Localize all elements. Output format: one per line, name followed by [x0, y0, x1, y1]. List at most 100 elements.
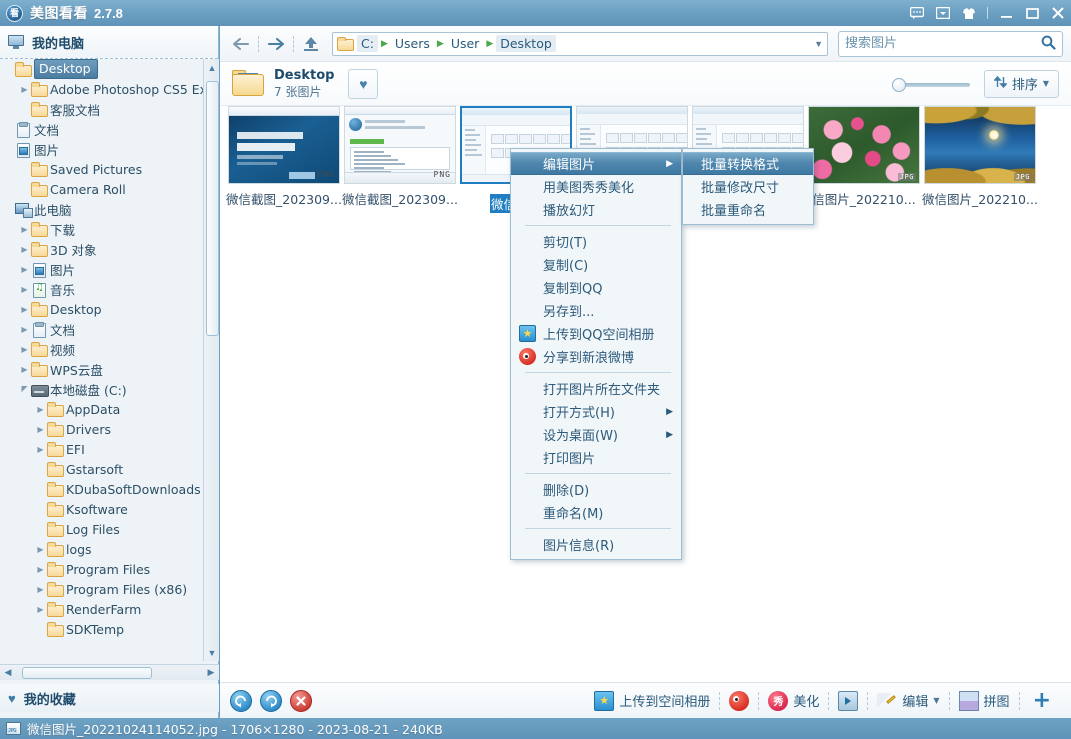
scroll-up-arrow-icon[interactable]: ▲ [204, 59, 220, 76]
tree-item[interactable]: ▶下载 [0, 219, 203, 239]
thumbnail-image[interactable]: PNG [228, 106, 340, 184]
tree-item[interactable]: Desktop [0, 59, 203, 79]
menu-item[interactable]: 打印图片 [511, 446, 681, 469]
beautify-button[interactable]: 秀 美化 [762, 691, 825, 711]
menu-item[interactable]: 图片信息(R) [511, 533, 681, 556]
tree-item[interactable]: ▶音乐 [0, 279, 203, 299]
tree-item[interactable]: ▶Program Files (x86) [0, 579, 203, 599]
thumbnail-size-slider[interactable] [892, 73, 970, 95]
back-button[interactable] [228, 31, 254, 57]
breadcrumb-0[interactable]: C: [357, 35, 378, 52]
tree-item[interactable]: ▶EFI [0, 439, 203, 459]
submenu-item[interactable]: 批量修改尺寸 [683, 175, 813, 198]
tree-item[interactable]: ▶图片 [0, 259, 203, 279]
scrollbar-thumb[interactable] [206, 81, 219, 336]
thumbnail-item[interactable]: JPG信图片_202210... [802, 106, 926, 214]
tree-item[interactable]: ▶Program Files [0, 559, 203, 579]
favorites-header[interactable]: ♥ 我的收藏 [0, 684, 219, 712]
folder-tree[interactable]: Desktop▶Adobe Photoshop CS5 Extend 客服文档 … [0, 59, 203, 661]
edit-button[interactable]: 编辑 ▼ [871, 691, 945, 711]
search-input[interactable] [845, 36, 1041, 51]
maximize-button[interactable] [1019, 0, 1045, 26]
tree-item[interactable]: ▶AppData [0, 399, 203, 419]
breadcrumb-1[interactable]: Users [391, 35, 434, 52]
tree-item[interactable]: ▶视频 [0, 339, 203, 359]
menu-item[interactable]: 复制(C) [511, 253, 681, 276]
tree-item[interactable]: ▶Desktop [0, 299, 203, 319]
tree-item[interactable]: Saved Pictures [0, 159, 203, 179]
menu-item[interactable]: 删除(D) [511, 478, 681, 501]
expand-arrow-icon[interactable]: ▶ [34, 405, 47, 414]
breadcrumb-2[interactable]: User [447, 35, 484, 52]
tree-item[interactable]: ▶WPS云盘 [0, 359, 203, 379]
menu-item[interactable]: 设为桌面(W)▶ [511, 423, 681, 446]
slideshow-button[interactable] [832, 691, 864, 711]
minimize-button[interactable] [993, 0, 1019, 26]
expand-arrow-icon[interactable]: ▶ [34, 565, 47, 574]
scroll-down-arrow-icon[interactable]: ▼ [204, 644, 220, 661]
menu-item[interactable]: 重命名(M) [511, 501, 681, 524]
collapse-arrow-icon[interactable]: ◢ [18, 385, 31, 394]
rotate-right-button[interactable] [260, 690, 282, 712]
collage-button[interactable]: 拼图 [953, 691, 1016, 711]
close-button[interactable] [1045, 0, 1071, 26]
tree-item[interactable]: Ksoftware [0, 499, 203, 519]
menu-item[interactable]: 剪切(T) [511, 230, 681, 253]
add-to-favorites-button[interactable]: ♥ [348, 69, 378, 99]
expand-arrow-icon[interactable]: ▶ [34, 425, 47, 434]
thumbnail-image[interactable]: JPG [808, 106, 920, 184]
tree-item[interactable]: Log Files [0, 519, 203, 539]
thumbnail-item[interactable]: JPG微信图片_202210... [918, 106, 1042, 214]
expand-arrow-icon[interactable]: ▶ [34, 605, 47, 614]
menu-item[interactable]: 复制到QQ [511, 276, 681, 299]
expand-arrow-icon[interactable]: ▶ [18, 245, 31, 254]
chevron-down-icon[interactable]: ▼ [814, 33, 823, 55]
thumbnail-image[interactable]: PNG [344, 106, 456, 184]
tree-item[interactable]: SDKTemp [0, 619, 203, 639]
expand-arrow-icon[interactable]: ▶ [18, 285, 31, 294]
expand-arrow-icon[interactable]: ▶ [18, 305, 31, 314]
tree-item[interactable]: ▶3D 对象 [0, 239, 203, 259]
tree-item[interactable]: 此电脑 [0, 199, 203, 219]
expand-arrow-icon[interactable]: ▶ [18, 365, 31, 374]
tree-item[interactable]: Gstarsoft [0, 459, 203, 479]
context-submenu-edit-image[interactable]: 批量转换格式批量修改尺寸批量重命名 [682, 148, 814, 225]
tree-item[interactable]: ▶Adobe Photoshop CS5 Extend [0, 79, 203, 99]
menu-item[interactable]: 打开方式(H)▶ [511, 400, 681, 423]
sidebar-header-my-computer[interactable]: 我的电脑 [0, 26, 218, 59]
context-menu[interactable]: 编辑图片▶用美图秀秀美化播放幻灯剪切(T)复制(C)复制到QQ另存到...★上传… [510, 148, 682, 560]
menu-item[interactable]: 编辑图片▶ [511, 152, 681, 175]
breadcrumb-3[interactable]: Desktop [496, 35, 556, 52]
upload-button[interactable] [298, 31, 324, 57]
upload-to-qq-album-button[interactable]: ★ 上传到空间相册 [588, 691, 716, 711]
thumbnail-item[interactable]: PNG微信截图_202309... [338, 106, 462, 214]
tree-item[interactable]: 图片 [0, 139, 203, 159]
menu-item[interactable]: 分享到新浪微博 [511, 345, 681, 368]
scroll-right-arrow-icon[interactable]: ▶ [203, 665, 219, 680]
expand-arrow-icon[interactable]: ▶ [34, 585, 47, 594]
share-to-weibo-button[interactable] [723, 691, 755, 711]
search-box[interactable] [838, 31, 1063, 57]
thumbnail-image[interactable]: JPG [924, 106, 1036, 184]
feedback-icon[interactable] [904, 0, 930, 26]
menu-item[interactable]: ★上传到QQ空间相册 [511, 322, 681, 345]
menu-item[interactable]: 用美图秀秀美化 [511, 175, 681, 198]
tree-item[interactable]: 客服文档 [0, 99, 203, 119]
tree-item[interactable]: 文档 [0, 119, 203, 139]
tree-item[interactable]: ▶RenderFarm [0, 599, 203, 619]
expand-arrow-icon[interactable]: ▶ [18, 225, 31, 234]
h-scrollbar-thumb[interactable] [22, 667, 152, 679]
tree-horizontal-scrollbar[interactable]: ◀ ▶ [0, 664, 219, 680]
thumbnail-item[interactable]: PNG微信截图_202309... [222, 106, 346, 214]
menu-item[interactable]: 另存到... [511, 299, 681, 322]
submenu-item[interactable]: 批量转换格式 [683, 152, 813, 175]
forward-button[interactable] [263, 31, 289, 57]
expand-arrow-icon[interactable]: ▶ [18, 325, 31, 334]
tree-item[interactable]: Camera Roll [0, 179, 203, 199]
address-bar[interactable]: C: ▶ Users ▶ User ▶ Desktop ▼ [332, 32, 828, 56]
add-button[interactable]: + [1023, 691, 1061, 711]
tree-item[interactable]: ▶文档 [0, 319, 203, 339]
tree-item[interactable]: ▶Drivers [0, 419, 203, 439]
submenu-item[interactable]: 批量重命名 [683, 198, 813, 221]
tree-item[interactable]: ▶logs [0, 539, 203, 559]
